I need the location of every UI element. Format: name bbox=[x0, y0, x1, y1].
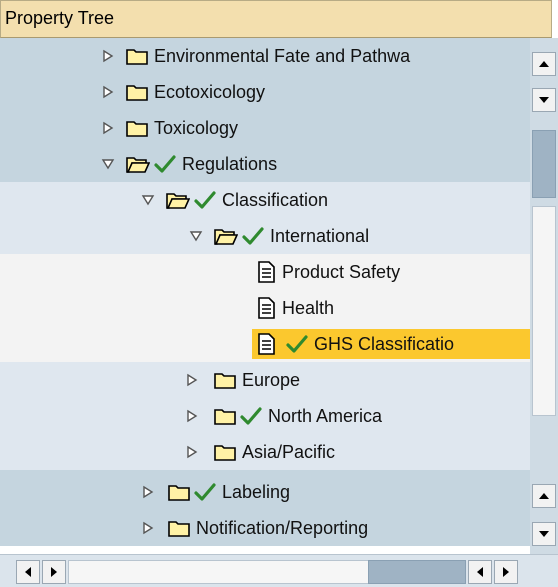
folder-icon bbox=[126, 49, 148, 65]
arrow-down-icon bbox=[539, 97, 549, 103]
scroll-right-button[interactable] bbox=[494, 560, 518, 584]
scroll-track[interactable] bbox=[532, 206, 556, 416]
tree-row-labeling[interactable]: Labeling bbox=[0, 474, 530, 510]
folder-icon bbox=[168, 521, 190, 537]
folder-icon bbox=[214, 409, 236, 425]
folder-icon bbox=[214, 373, 236, 389]
scrollbar-thumb[interactable] bbox=[532, 130, 556, 198]
property-tree-header: Property Tree bbox=[0, 0, 552, 38]
scrollbar-thumb[interactable] bbox=[368, 560, 466, 584]
vertical-scrollbar-upper[interactable] bbox=[530, 38, 558, 432]
tree-label: Product Safety bbox=[282, 261, 401, 282]
checkmark-icon bbox=[242, 227, 264, 245]
row-divider bbox=[0, 470, 530, 474]
property-tree-title: Property Tree bbox=[5, 8, 115, 28]
expand-arrow-icon[interactable] bbox=[140, 484, 156, 500]
collapse-arrow-icon[interactable] bbox=[188, 228, 204, 244]
property-tree[interactable]: Environmental Fate and Pathwa Ecotoxicol… bbox=[0, 38, 530, 554]
scroll-down-button[interactable] bbox=[532, 522, 556, 546]
expand-arrow-icon[interactable] bbox=[184, 372, 200, 388]
checkmark-icon bbox=[286, 335, 308, 353]
tree-label: Asia/Pacific bbox=[242, 441, 336, 462]
horizontal-scrollbar-left[interactable] bbox=[0, 554, 468, 587]
arrow-up-icon bbox=[539, 61, 549, 67]
document-icon bbox=[258, 297, 275, 319]
arrow-left-icon bbox=[25, 567, 31, 577]
collapse-arrow-icon[interactable] bbox=[100, 156, 116, 172]
tree-row-toxicology[interactable]: Toxicology bbox=[0, 110, 530, 146]
document-icon bbox=[258, 333, 275, 355]
tree-row-asia-pacific[interactable]: Asia/Pacific bbox=[0, 434, 530, 470]
scroll-right-button[interactable] bbox=[42, 560, 66, 584]
arrow-up-icon bbox=[539, 493, 549, 499]
tree-label: Regulations bbox=[182, 153, 278, 174]
tree-label: Health bbox=[282, 297, 335, 318]
tree-row-notification-reporting[interactable]: Notification/Reporting bbox=[0, 510, 530, 546]
tree-label: Environmental Fate and Pathwa bbox=[154, 45, 411, 66]
tree-label: Notification/Reporting bbox=[196, 517, 369, 538]
tree-label: GHS Classificatio bbox=[314, 333, 455, 354]
tree-row-international[interactable]: International bbox=[0, 218, 530, 254]
document-icon bbox=[258, 261, 275, 283]
tree-label: North America bbox=[268, 405, 383, 426]
tree-label: International bbox=[270, 225, 370, 246]
expand-arrow-icon[interactable] bbox=[100, 48, 116, 64]
checkmark-icon bbox=[240, 407, 262, 425]
arrow-left-icon bbox=[477, 567, 483, 577]
tree-row-environmental-fate[interactable]: Environmental Fate and Pathwa bbox=[0, 38, 530, 74]
folder-open-icon bbox=[214, 229, 238, 245]
scroll-up-button[interactable] bbox=[532, 484, 556, 508]
arrow-right-icon bbox=[51, 567, 57, 577]
scroll-down-button[interactable] bbox=[532, 88, 556, 112]
checkmark-icon bbox=[194, 483, 216, 501]
folder-icon bbox=[126, 121, 148, 137]
tree-row-ghs-classification[interactable]: GHS Classificatio bbox=[0, 326, 530, 362]
arrow-down-icon bbox=[539, 531, 549, 537]
tree-label: Classification bbox=[222, 189, 329, 210]
tree-row-health[interactable]: Health bbox=[0, 290, 530, 326]
tree-label: Europe bbox=[242, 369, 301, 390]
tree-label: Labeling bbox=[222, 481, 291, 502]
expand-arrow-icon[interactable] bbox=[140, 520, 156, 536]
collapse-arrow-icon[interactable] bbox=[140, 192, 156, 208]
scroll-left-button[interactable] bbox=[16, 560, 40, 584]
tree-label: Ecotoxicology bbox=[154, 81, 266, 102]
tree-row-product-safety[interactable]: Product Safety bbox=[0, 254, 530, 290]
checkmark-icon bbox=[154, 155, 176, 173]
folder-icon bbox=[214, 445, 236, 461]
tree-row-europe[interactable]: Europe bbox=[0, 362, 530, 398]
expand-arrow-icon[interactable] bbox=[184, 408, 200, 424]
expand-arrow-icon[interactable] bbox=[184, 444, 200, 460]
scroll-up-button[interactable] bbox=[532, 52, 556, 76]
folder-icon bbox=[168, 485, 190, 501]
tree-row-classification[interactable]: Classification bbox=[0, 182, 530, 218]
vertical-scrollbar-lower[interactable] bbox=[530, 432, 558, 554]
tree-row-regulations[interactable]: Regulations bbox=[0, 146, 530, 182]
expand-arrow-icon[interactable] bbox=[100, 120, 116, 136]
arrow-right-icon bbox=[503, 567, 509, 577]
expand-arrow-icon[interactable] bbox=[100, 84, 116, 100]
scroll-left-button[interactable] bbox=[468, 560, 492, 584]
folder-open-icon bbox=[166, 193, 190, 209]
folder-icon bbox=[126, 85, 148, 101]
tree-label: Toxicology bbox=[154, 117, 239, 138]
folder-open-icon bbox=[126, 157, 150, 173]
tree-row-ecotoxicology[interactable]: Ecotoxicology bbox=[0, 74, 530, 110]
checkmark-icon bbox=[194, 191, 216, 209]
tree-row-north-america[interactable]: North America bbox=[0, 398, 530, 434]
horizontal-scrollbar-right[interactable] bbox=[468, 554, 558, 587]
